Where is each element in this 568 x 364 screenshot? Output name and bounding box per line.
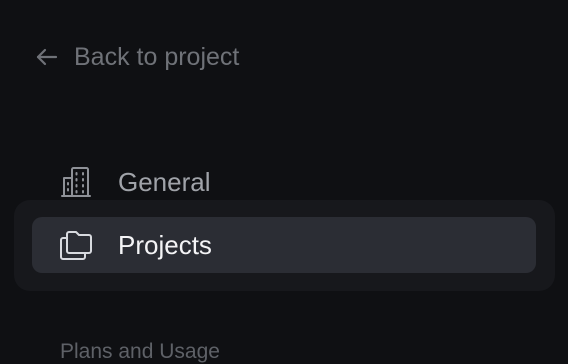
folders-icon [58,227,94,263]
building-icon [58,164,94,200]
arrow-left-icon [34,47,60,67]
sidebar-item-projects[interactable]: Projects [32,217,536,273]
back-link-label: Back to project [74,42,240,71]
sidebar-item-label: Projects [118,229,212,260]
back-to-project-link[interactable]: Back to project [34,40,239,74]
sidebar-item-general[interactable]: General [58,160,211,204]
section-heading-plans-and-usage: Plans and Usage [60,340,220,363]
sidebar-item-label: General [118,166,211,197]
